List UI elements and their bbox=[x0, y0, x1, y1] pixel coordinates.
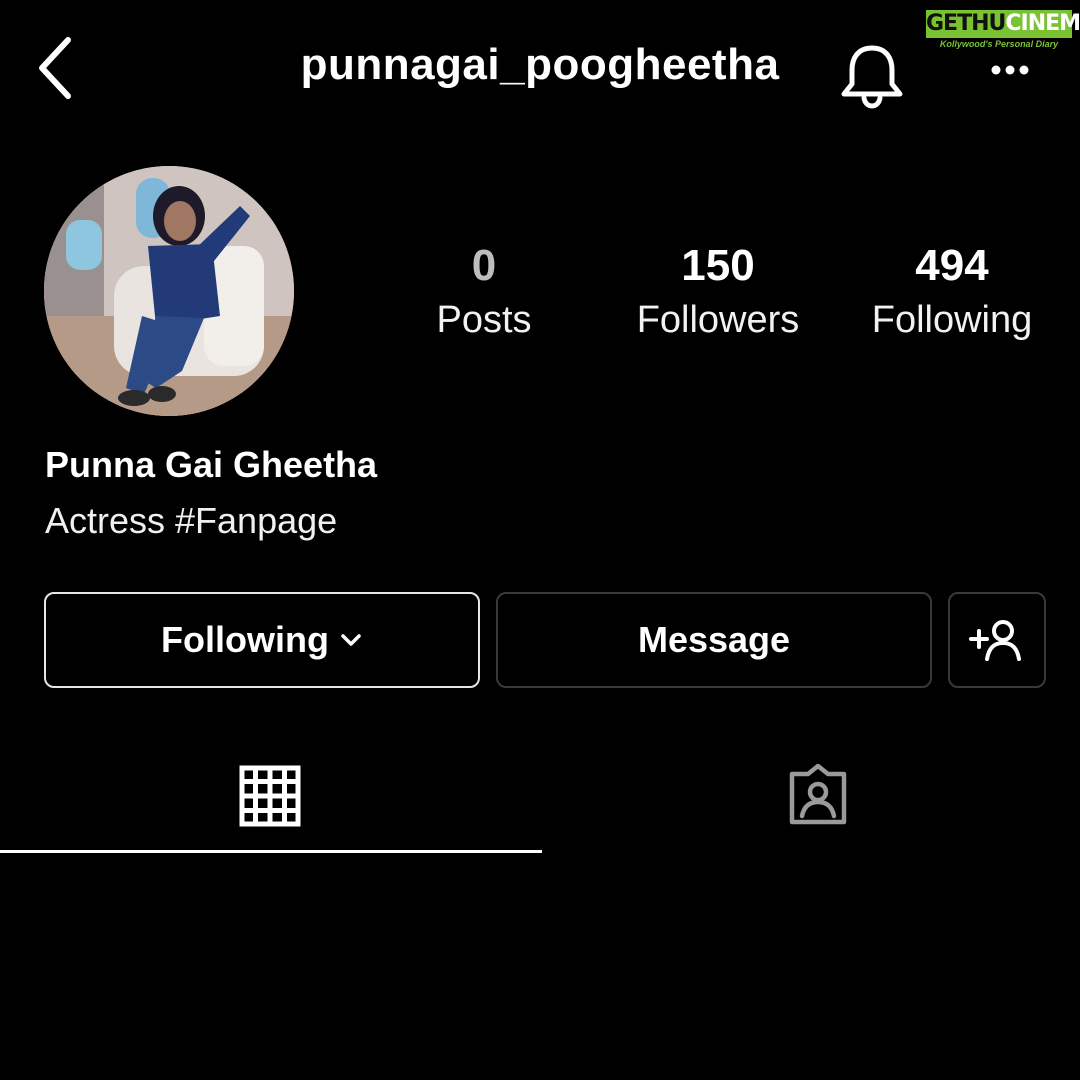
message-button-label: Message bbox=[637, 619, 791, 660]
following-button[interactable]: Following bbox=[44, 592, 480, 688]
stat-followers-value: 150 bbox=[681, 241, 755, 290]
stat-posts-value: 0 bbox=[471, 241, 497, 290]
stat-following-value: 494 bbox=[915, 241, 989, 290]
stat-followers[interactable]: 150 Followers bbox=[618, 240, 818, 348]
stat-posts-label: Posts bbox=[436, 299, 532, 341]
profile-username: punnagai_poogheetha bbox=[300, 40, 780, 89]
grid-icon bbox=[239, 765, 301, 827]
more-horizontal-icon bbox=[991, 65, 1029, 75]
stat-posts: 0 Posts bbox=[384, 240, 584, 348]
following-button-label: Following bbox=[161, 619, 329, 660]
message-button[interactable]: Message bbox=[496, 592, 932, 688]
notifications-button[interactable] bbox=[836, 40, 908, 112]
stat-followers-label: Followers bbox=[636, 299, 800, 341]
stat-following-label: Following bbox=[871, 299, 1033, 341]
tab-grid[interactable] bbox=[0, 740, 540, 852]
more-options-button[interactable] bbox=[980, 50, 1050, 90]
bio-text: Actress #Fanpage bbox=[45, 500, 338, 541]
chevron-down-icon bbox=[339, 632, 363, 648]
bell-icon bbox=[841, 45, 903, 109]
tagged-person-icon bbox=[789, 764, 847, 825]
add-person-icon bbox=[969, 620, 1021, 661]
active-tab-indicator bbox=[0, 850, 542, 853]
suggest-accounts-button[interactable] bbox=[948, 592, 1046, 688]
profile-photo bbox=[44, 166, 294, 416]
tab-tagged[interactable] bbox=[548, 740, 1080, 852]
display-name: Punna Gai Gheetha bbox=[45, 444, 378, 485]
watermark-logo: GETHUCINEMA Kollywood's Personal Diary bbox=[926, 10, 1080, 49]
stat-following[interactable]: 494 Following bbox=[852, 240, 1052, 348]
avatar[interactable] bbox=[44, 166, 294, 416]
chevron-left-icon bbox=[39, 37, 71, 99]
back-button[interactable] bbox=[30, 32, 82, 104]
